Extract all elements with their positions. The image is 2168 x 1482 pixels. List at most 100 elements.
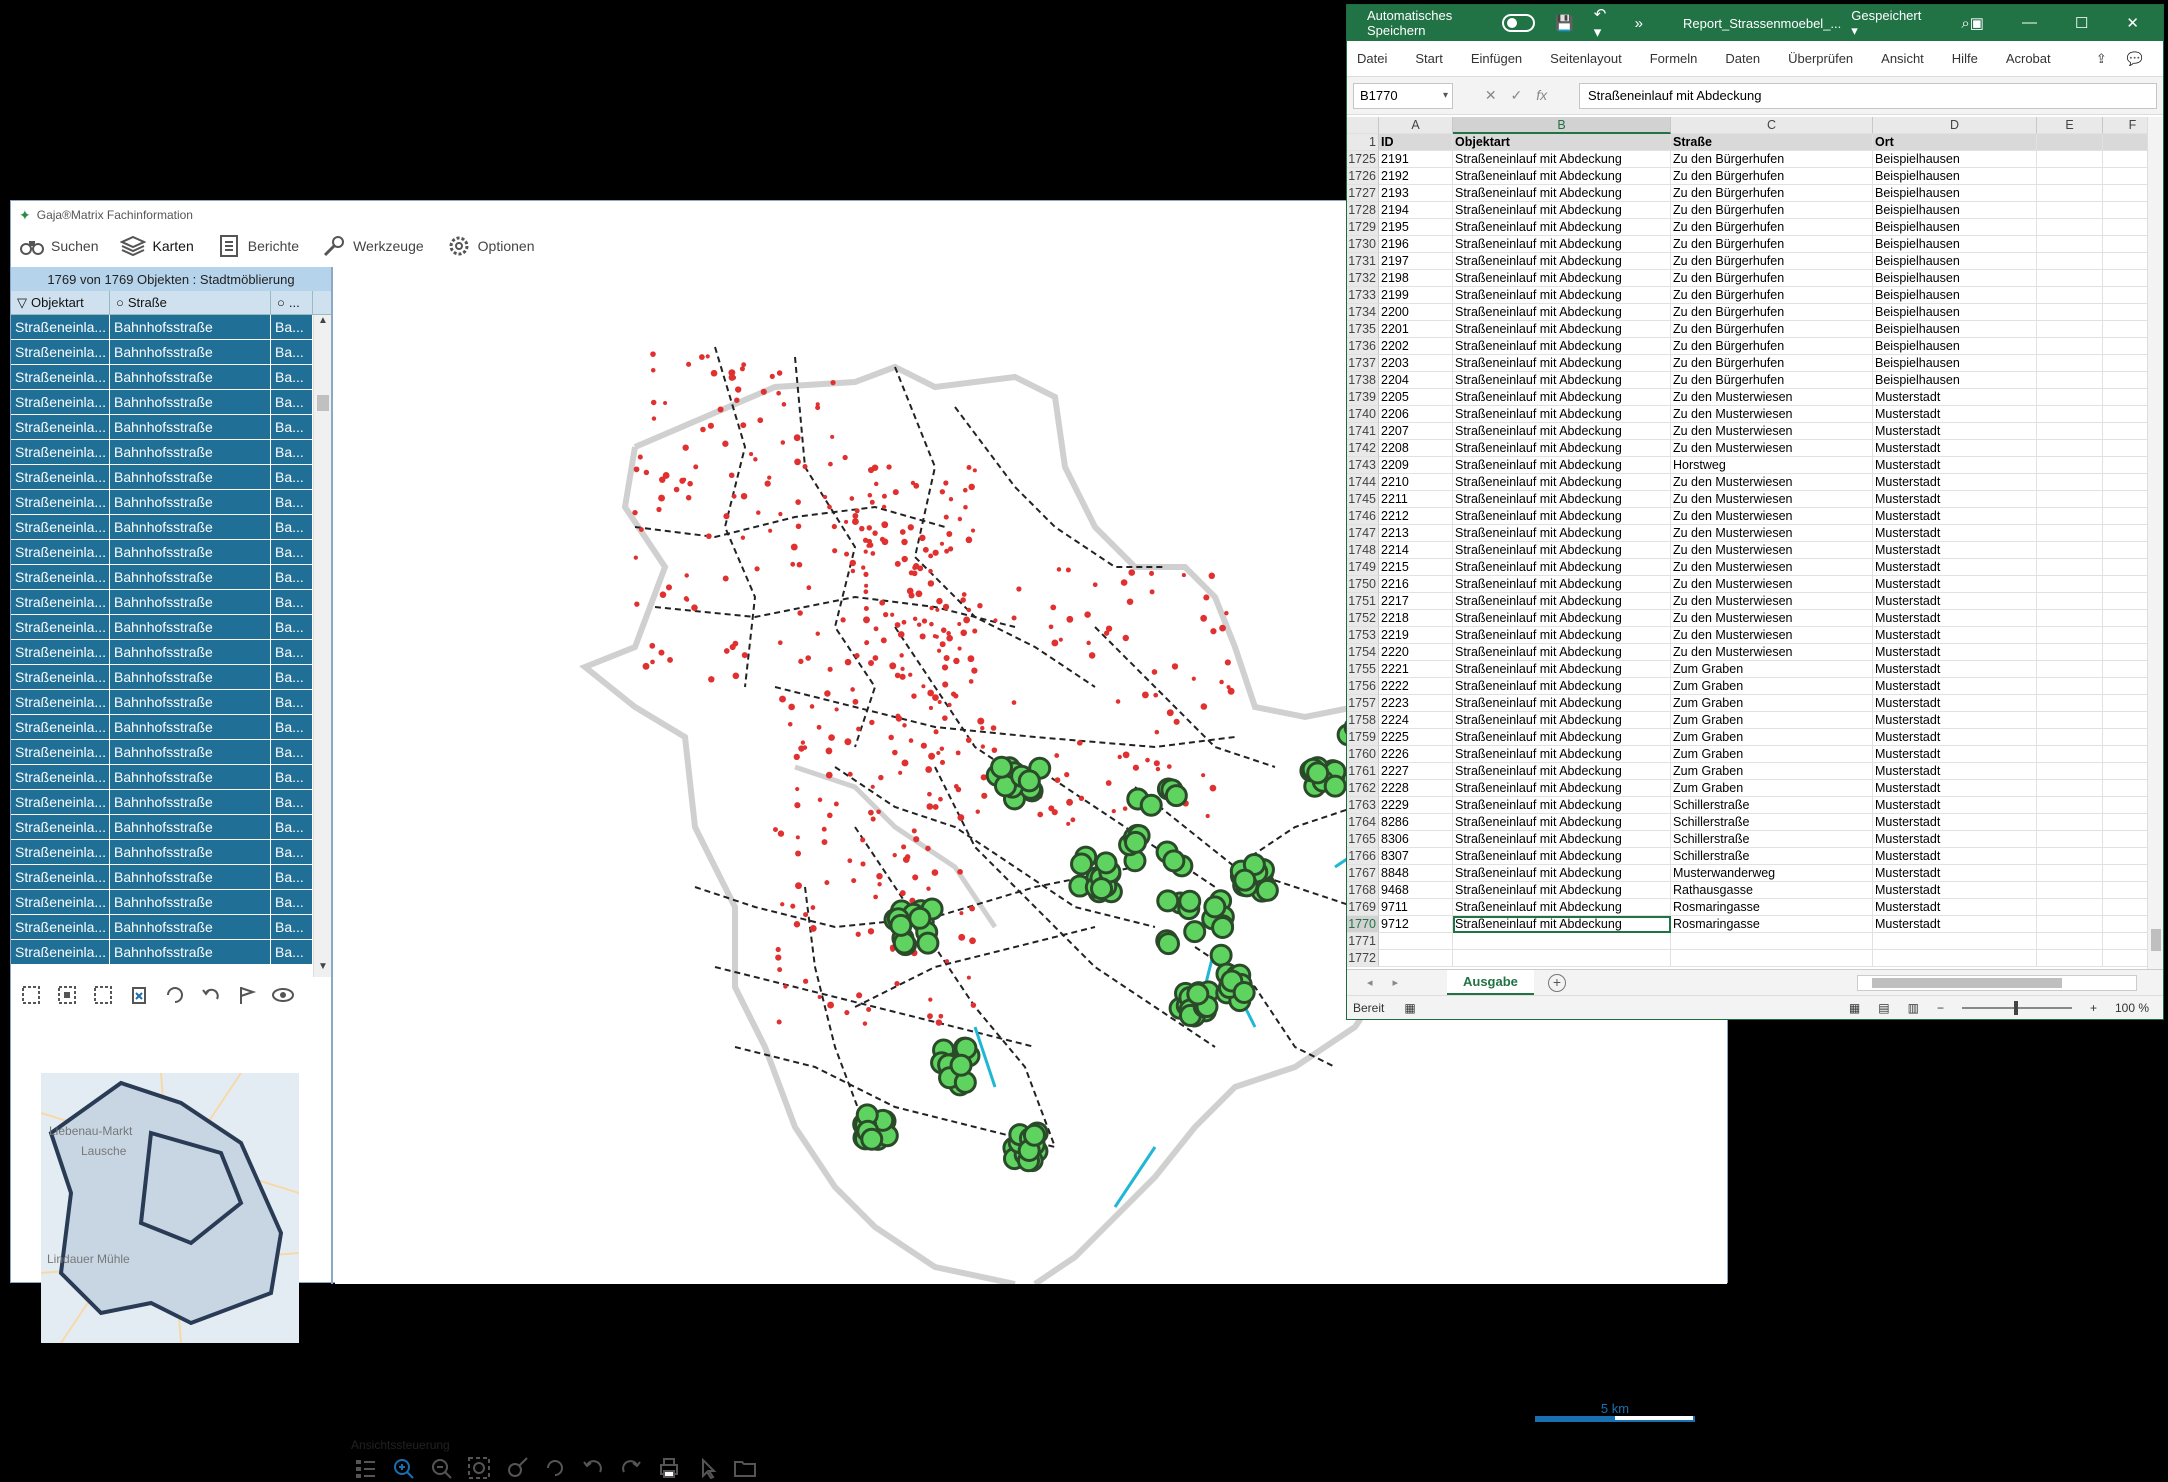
row-header[interactable]: 1755: [1347, 661, 1379, 678]
cell[interactable]: Zu den Bürgerhufen: [1671, 270, 1873, 287]
cell[interactable]: Straßeneinlauf mit Abdeckung: [1453, 474, 1671, 491]
row-header[interactable]: 1731: [1347, 253, 1379, 270]
row-header[interactable]: 1745: [1347, 491, 1379, 508]
row-header[interactable]: 1747: [1347, 525, 1379, 542]
cell[interactable]: [2037, 899, 2103, 916]
cell[interactable]: Zu den Musterwiesen: [1671, 576, 1873, 593]
scroll-up-icon[interactable]: ▲: [314, 315, 332, 331]
cell[interactable]: Musterstadt: [1873, 559, 2037, 576]
cell[interactable]: Straßeneinlauf mit Abdeckung: [1453, 542, 1671, 559]
cell[interactable]: Zu den Bürgerhufen: [1671, 321, 1873, 338]
cell[interactable]: [2037, 202, 2103, 219]
row-header[interactable]: 1761: [1347, 763, 1379, 780]
cell[interactable]: Straßeneinlauf mit Abdeckung: [1453, 899, 1671, 916]
cell[interactable]: 2205: [1379, 389, 1453, 406]
cell[interactable]: Zu den Musterwiesen: [1671, 644, 1873, 661]
accessibility-icon[interactable]: ▦: [1404, 1001, 1415, 1015]
menu-suchen[interactable]: Suchen: [15, 231, 102, 261]
cell[interactable]: [2037, 916, 2103, 933]
cell[interactable]: Straßeneinlauf mit Abdeckung: [1453, 610, 1671, 627]
table-row[interactable]: Straßeneinla... Bahnhofsstraße Ba...: [11, 915, 323, 940]
zoom-in-icon[interactable]: [389, 1455, 417, 1481]
table-row[interactable]: Straßeneinla... Bahnhofsstraße Ba...: [11, 940, 323, 965]
cell[interactable]: [2037, 423, 2103, 440]
cell[interactable]: [1379, 933, 1453, 950]
save-status[interactable]: Gespeichert ▾: [1851, 8, 1921, 39]
cell[interactable]: Straßeneinlauf mit Abdeckung: [1453, 559, 1671, 576]
flag-icon[interactable]: [233, 981, 261, 1009]
cell[interactable]: Straßeneinlauf mit Abdeckung: [1453, 712, 1671, 729]
cell[interactable]: Zum Graben: [1671, 780, 1873, 797]
table-scrollbar[interactable]: ▲ ▼: [313, 315, 331, 977]
cell[interactable]: 2220: [1379, 644, 1453, 661]
table-row[interactable]: Straßeneinla... Bahnhofsstraße Ba...: [11, 715, 323, 740]
cell[interactable]: [2037, 321, 2103, 338]
share-icon[interactable]: ⇪: [2096, 51, 2107, 67]
cell[interactable]: Zu den Musterwiesen: [1671, 474, 1873, 491]
table-row[interactable]: Straßeneinla... Bahnhofsstraße Ba...: [11, 890, 323, 915]
cell[interactable]: Zu den Bürgerhufen: [1671, 304, 1873, 321]
cell[interactable]: Beispielhausen: [1873, 338, 2037, 355]
cell[interactable]: 2224: [1379, 712, 1453, 729]
cell[interactable]: Musterstadt: [1873, 525, 2037, 542]
comments-icon[interactable]: 💬: [2127, 51, 2143, 67]
cell[interactable]: Straßeneinlauf mit Abdeckung: [1453, 661, 1671, 678]
cell[interactable]: Beispielhausen: [1873, 304, 2037, 321]
cell[interactable]: Straßeneinlauf mit Abdeckung: [1453, 219, 1671, 236]
row-header[interactable]: 1758: [1347, 712, 1379, 729]
cell[interactable]: Straßeneinlauf mit Abdeckung: [1453, 440, 1671, 457]
zoom-level[interactable]: 100 %: [2115, 1001, 2149, 1015]
cell[interactable]: 2202: [1379, 338, 1453, 355]
cell[interactable]: Straßeneinlauf mit Abdeckung: [1453, 780, 1671, 797]
cell[interactable]: Straßeneinlauf mit Abdeckung: [1453, 304, 1671, 321]
cell[interactable]: Straßeneinlauf mit Abdeckung: [1453, 644, 1671, 661]
table-row[interactable]: Straßeneinla... Bahnhofsstraße Ba...: [11, 315, 323, 340]
cell[interactable]: [2037, 287, 2103, 304]
cell[interactable]: 2211: [1379, 491, 1453, 508]
cell[interactable]: [2037, 372, 2103, 389]
column-header[interactable]: E: [2037, 117, 2103, 134]
row-header[interactable]: 1769: [1347, 899, 1379, 916]
cell[interactable]: Musterstadt: [1873, 916, 2037, 933]
row-header[interactable]: 1735: [1347, 321, 1379, 338]
cell[interactable]: Musterstadt: [1873, 712, 2037, 729]
cell[interactable]: [2037, 270, 2103, 287]
cell[interactable]: Straßeneinlauf mit Abdeckung: [1453, 491, 1671, 508]
cell[interactable]: [2037, 508, 2103, 525]
cell[interactable]: Beispielhausen: [1873, 372, 2037, 389]
row-header[interactable]: 1741: [1347, 423, 1379, 440]
table-row[interactable]: Straßeneinla... Bahnhofsstraße Ba...: [11, 540, 323, 565]
column-header-strasse[interactable]: ○ Straße: [110, 291, 271, 314]
cell[interactable]: Zu den Bürgerhufen: [1671, 355, 1873, 372]
row-header[interactable]: 1736: [1347, 338, 1379, 355]
cell[interactable]: Beispielhausen: [1873, 321, 2037, 338]
cell[interactable]: 8307: [1379, 848, 1453, 865]
cell[interactable]: Musterstadt: [1873, 797, 2037, 814]
cell[interactable]: [2037, 134, 2103, 151]
cell[interactable]: Zu den Bürgerhufen: [1671, 151, 1873, 168]
table-row[interactable]: Straßeneinla... Bahnhofsstraße Ba...: [11, 465, 323, 490]
cell[interactable]: Zu den Musterwiesen: [1671, 440, 1873, 457]
cell[interactable]: Zu den Musterwiesen: [1671, 559, 1873, 576]
cell[interactable]: [2037, 831, 2103, 848]
column-header-objektart[interactable]: ▽ Objektart: [11, 291, 110, 314]
row-header[interactable]: 1772: [1347, 950, 1379, 967]
column-header[interactable]: D: [1873, 117, 2037, 134]
row-header[interactable]: 1734: [1347, 304, 1379, 321]
cell[interactable]: [2037, 151, 2103, 168]
cell[interactable]: Musterstadt: [1873, 831, 2037, 848]
tab-einfuegen[interactable]: Einfügen: [1471, 51, 1522, 66]
row-header[interactable]: 1738: [1347, 372, 1379, 389]
row-header[interactable]: 1762: [1347, 780, 1379, 797]
cell[interactable]: Musterstadt: [1873, 865, 2037, 882]
cell[interactable]: [2037, 814, 2103, 831]
scroll-thumb[interactable]: [1872, 977, 2062, 988]
print-icon[interactable]: [655, 1455, 683, 1481]
cell[interactable]: Zu den Bürgerhufen: [1671, 253, 1873, 270]
cell[interactable]: Musterstadt: [1873, 848, 2037, 865]
cell[interactable]: Zu den Musterwiesen: [1671, 525, 1873, 542]
row-header[interactable]: 1752: [1347, 610, 1379, 627]
table-row[interactable]: Straßeneinla... Bahnhofsstraße Ba...: [11, 665, 323, 690]
cell[interactable]: Straßeneinlauf mit Abdeckung: [1453, 202, 1671, 219]
cell[interactable]: [2037, 627, 2103, 644]
